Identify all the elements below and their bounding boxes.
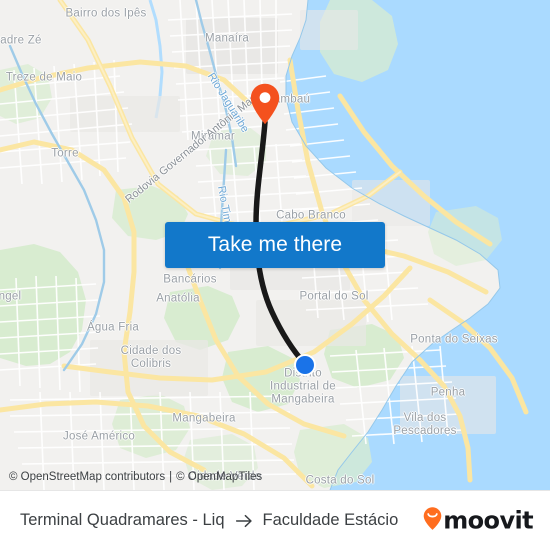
arrow-right-icon <box>233 510 255 532</box>
destination-stop-label: Faculdade Estácio <box>262 511 399 529</box>
attribution-separator: | <box>169 471 173 483</box>
moovit-pin-icon <box>423 506 442 535</box>
take-me-there-button[interactable]: Take me there <box>165 222 385 268</box>
map-canvas[interactable]: Bairro dos IpêsPadre ZéTreze de MaioMana… <box>0 0 550 490</box>
map-attribution: © OpenStreetMap contributors | © OpenMap… <box>0 464 550 490</box>
origin-stop-label: Terminal Quadramares - Liq <box>20 511 225 529</box>
moovit-wordmark: moovit <box>443 506 533 535</box>
attribution-osm[interactable]: © OpenStreetMap contributors <box>9 471 165 483</box>
route-footer-bar: Terminal Quadramares - Liq Faculdade Est… <box>0 490 550 550</box>
attribution-openmaptiles[interactable]: © OpenMapTiles <box>176 471 262 483</box>
moovit-route-screen: Bairro dos IpêsPadre ZéTreze de MaioMana… <box>0 0 550 550</box>
moovit-logo[interactable]: moovit <box>423 506 534 535</box>
route-summary: Terminal Quadramares - Liq Faculdade Est… <box>20 510 398 532</box>
